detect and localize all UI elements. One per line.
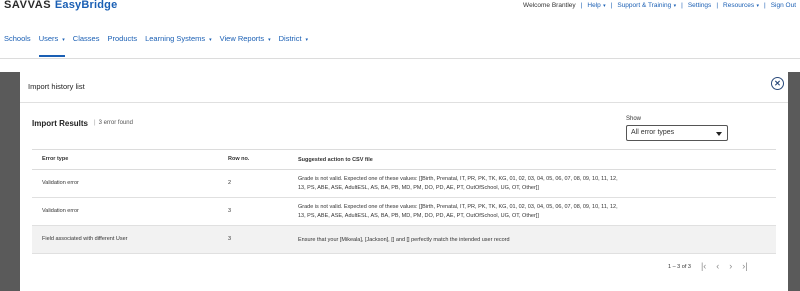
close-icon: ✕ bbox=[774, 78, 781, 88]
next-page-icon[interactable]: › bbox=[729, 262, 732, 271]
chevron-down-icon: ▾ bbox=[601, 3, 606, 9]
welcome-text: Welcome Brantley bbox=[523, 2, 576, 9]
table-row: Validation error 2 Grade is not valid. E… bbox=[32, 170, 776, 198]
cell-error-type: Field associated with different User bbox=[42, 236, 128, 242]
separator: | bbox=[764, 2, 766, 9]
nav-view-reports[interactable]: View Reports ▾ bbox=[220, 34, 271, 54]
top-header: SAVVAS EasyBridge Welcome Brantley | Hel… bbox=[0, 0, 800, 14]
last-page-icon[interactable]: ›| bbox=[742, 262, 747, 271]
cell-suggested-action: Grade is not valid. Expected one of thes… bbox=[298, 176, 618, 191]
close-button[interactable]: ✕ bbox=[771, 77, 784, 90]
nav-products[interactable]: Products bbox=[107, 34, 137, 54]
modal-title: Import history list bbox=[28, 82, 85, 91]
nav-users[interactable]: Users ▾ bbox=[38, 34, 65, 57]
chevron-down-icon: ▾ bbox=[268, 37, 271, 43]
cell-error-type: Validation error bbox=[42, 180, 79, 186]
previous-page-icon[interactable]: ‹ bbox=[716, 262, 719, 271]
results-count: | 3 error found bbox=[94, 120, 133, 126]
cell-suggested-action: Grade is not valid. Expected one of thes… bbox=[298, 204, 618, 219]
pagination-summary: 1 – 3 of 3 bbox=[668, 263, 691, 270]
sign-out-link[interactable]: Sign Out bbox=[771, 2, 796, 9]
logo-savvas: SAVVAS bbox=[4, 0, 52, 11]
nav-district[interactable]: District ▾ bbox=[279, 34, 308, 54]
cell-error-type: Validation error bbox=[42, 208, 79, 214]
nav-schools[interactable]: Schools bbox=[4, 34, 31, 54]
nav-learning-systems[interactable]: Learning Systems ▾ bbox=[145, 34, 212, 54]
support-training-menu[interactable]: Support & Training ▾ bbox=[617, 2, 676, 9]
dropdown-arrow-icon bbox=[716, 132, 722, 136]
resources-menu[interactable]: Resources ▾ bbox=[723, 2, 759, 9]
separator: | bbox=[580, 2, 583, 9]
pagination: 1 – 3 of 3 |‹ ‹ › ›| bbox=[668, 262, 748, 271]
table-row: Validation error 3 Grade is not valid. E… bbox=[32, 198, 776, 226]
header-error-type: Error type bbox=[42, 156, 69, 162]
help-menu[interactable]: Help ▾ bbox=[587, 2, 605, 9]
separator: | bbox=[716, 2, 719, 9]
settings-link[interactable]: Settings bbox=[688, 2, 712, 9]
separator: | bbox=[610, 2, 613, 9]
divider bbox=[20, 102, 788, 103]
logo-easybridge: EasyBridge bbox=[54, 0, 118, 11]
header-row-no: Row no. bbox=[228, 156, 250, 162]
chevron-down-icon: ▾ bbox=[305, 37, 309, 43]
cell-row-no: 3 bbox=[228, 236, 232, 242]
import-history-modal: Import history list ✕ Import Results | 3 … bbox=[20, 72, 788, 291]
separator: | bbox=[681, 2, 683, 9]
first-page-icon[interactable]: |‹ bbox=[701, 262, 706, 271]
table-row: Field associated with different User 3 E… bbox=[32, 226, 776, 254]
cell-row-no: 2 bbox=[228, 180, 232, 186]
utility-links: Welcome Brantley | Help ▾ | Support & Tr… bbox=[523, 2, 796, 9]
table-header: Error type Row no. Suggested action to C… bbox=[32, 149, 776, 170]
cell-suggested-action: Ensure that your [Mikeala], [Jackson], [… bbox=[298, 237, 510, 243]
error-type-select[interactable]: All error types bbox=[626, 125, 728, 141]
nav-classes[interactable]: Classes bbox=[73, 34, 100, 54]
main-nav: Schools Users ▾ Classes Products Learning… bbox=[0, 26, 800, 59]
chevron-down-icon: ▾ bbox=[209, 37, 212, 43]
header-suggested-action: Suggested action to CSV file bbox=[298, 157, 373, 163]
chevron-down-icon: ▾ bbox=[62, 37, 65, 43]
savvas-easybridge-logo[interactable]: SAVVAS EasyBridge bbox=[4, 0, 117, 11]
cell-row-no: 3 bbox=[228, 208, 232, 214]
show-filter-label: Show bbox=[626, 116, 642, 122]
results-title: Import Results bbox=[32, 119, 89, 128]
chevron-down-icon: ▾ bbox=[672, 3, 677, 9]
import-results-table: Error type Row no. Suggested action to C… bbox=[32, 149, 776, 254]
chevron-down-icon: ▾ bbox=[755, 3, 759, 9]
select-value: All error types bbox=[631, 129, 675, 136]
